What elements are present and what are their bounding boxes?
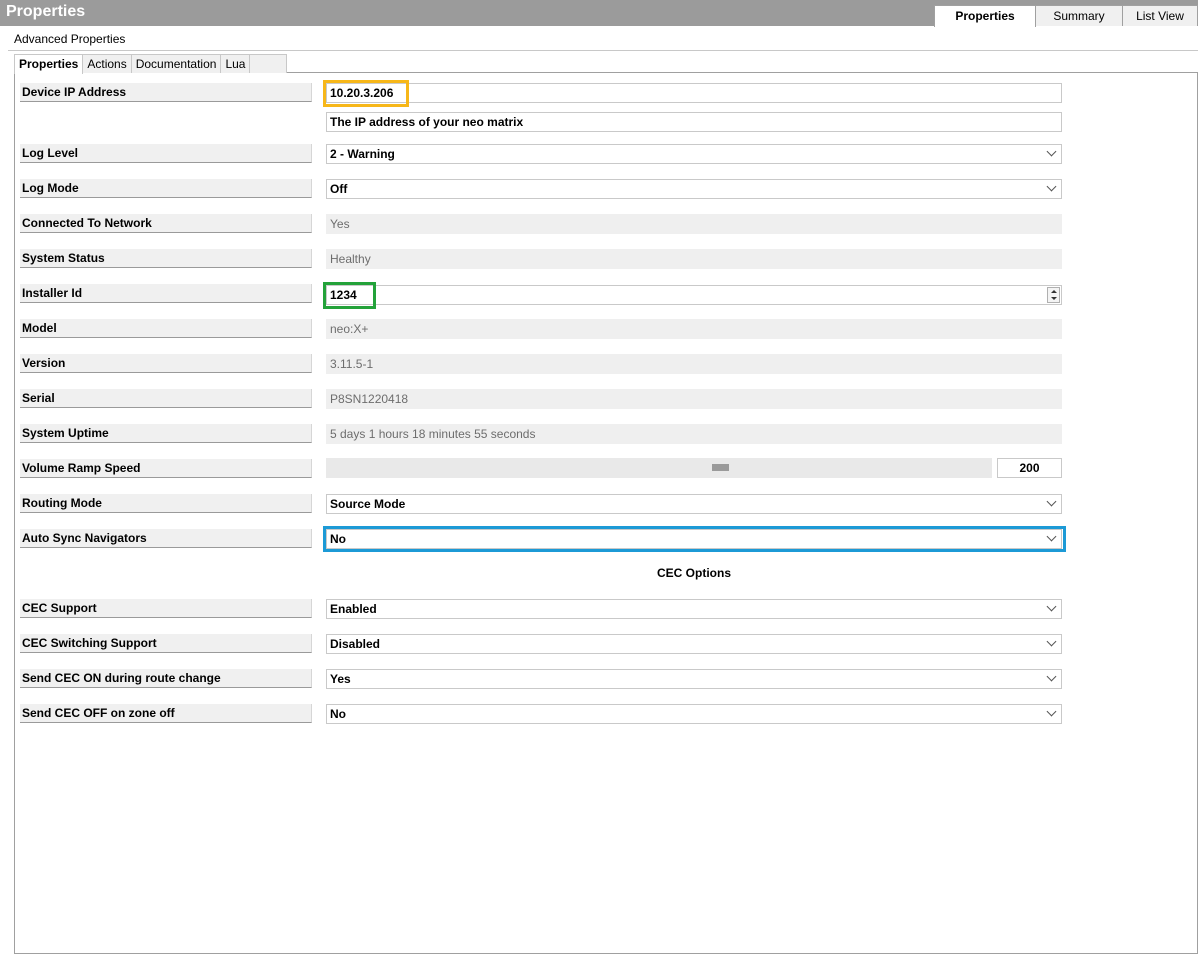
view-tabs: Properties Summary List View [934,5,1198,27]
model-value: neo:X+ [326,319,1062,339]
version-value: 3.11.5-1 [326,354,1062,374]
inner-tab-actions[interactable]: Actions [82,54,132,73]
uptime-value: 5 days 1 hours 18 minutes 55 seconds [326,424,1062,444]
device-ip-input[interactable]: 10.20.3.206 [326,83,1062,103]
tab-properties[interactable]: Properties [934,5,1036,27]
log-level-value: 2 - Warning [330,147,395,161]
serial-value: P8SN1220418 [326,389,1062,409]
log-mode-label: Log Mode [20,179,312,198]
routing-mode-value: Source Mode [330,497,406,511]
inner-tab-documentation[interactable]: Documentation [130,54,222,73]
version-label: Version [20,354,312,373]
device-ip-description[interactable]: The IP address of your neo matrix [326,112,1062,132]
subheader-label: Advanced Properties [14,32,126,46]
serial-label: Serial [20,389,312,408]
tab-summary[interactable]: Summary [1035,5,1123,26]
spin-down-icon[interactable] [1051,297,1057,300]
log-mode-value: Off [330,182,348,196]
advanced-properties-header: Advanced Properties [8,28,1198,51]
cec-support-select[interactable]: Enabled [326,599,1062,619]
volume-ramp-slider[interactable] [326,458,992,478]
inner-tab-properties[interactable]: Properties [14,54,84,74]
cec-options-heading: CEC Options [657,566,731,580]
inner-tab-lua[interactable]: Lua [220,54,251,73]
chevron-down-icon [1046,181,1057,192]
inner-tabs: Properties Actions Documentation Lua [14,54,288,74]
cec-support-label: CEC Support [20,599,312,618]
system-status-value: Healthy [326,249,1062,269]
cec-off-zone-value: No [330,707,346,721]
window-titlebar: Properties Properties Summary List View [0,0,1198,27]
cec-off-zone-select[interactable]: No [326,704,1062,724]
cec-on-route-select[interactable]: Yes [326,669,1062,689]
cec-support-value: Enabled [330,602,377,616]
cec-switching-select[interactable]: Disabled [326,634,1062,654]
routing-mode-select[interactable]: Source Mode [326,494,1062,514]
installer-id-highlight-box [323,282,376,309]
chevron-down-icon [1046,706,1057,717]
auto-sync-highlight-box [323,526,1066,552]
log-level-label: Log Level [20,144,312,163]
installer-id-stepper[interactable]: 1234 [326,285,1062,305]
window-title: Properties [6,3,86,20]
system-status-label: System Status [20,249,312,268]
uptime-label: System Uptime [20,424,312,443]
cec-off-zone-label: Send CEC OFF on zone off [20,704,312,723]
chevron-down-icon [1046,496,1057,507]
connected-label: Connected To Network [20,214,312,233]
cec-on-route-value: Yes [330,672,351,686]
spin-buttons-icon[interactable] [1047,287,1060,303]
log-mode-select[interactable]: Off [326,179,1062,199]
device-ip-label: Device IP Address [20,83,312,102]
model-label: Model [20,319,312,338]
chevron-down-icon [1046,636,1057,647]
cec-switching-label: CEC Switching Support [20,634,312,653]
routing-mode-label: Routing Mode [20,494,312,513]
chevron-down-icon [1046,671,1057,682]
installer-id-label: Installer Id [20,284,312,303]
volume-ramp-thumb[interactable] [712,464,729,471]
tab-list-view[interactable]: List View [1122,5,1198,26]
auto-sync-label: Auto Sync Navigators [20,529,312,548]
log-level-select[interactable]: 2 - Warning [326,144,1062,164]
chevron-down-icon [1046,601,1057,612]
connected-value: Yes [326,214,1062,234]
ip-highlight-box [323,80,409,107]
volume-ramp-value[interactable]: 200 [997,458,1062,478]
cec-switching-value: Disabled [330,637,381,651]
spin-up-icon[interactable] [1051,290,1057,293]
cec-on-route-label: Send CEC ON during route change [20,669,312,688]
volume-ramp-label: Volume Ramp Speed [20,459,312,478]
inner-tab-spacer [249,54,288,73]
chevron-down-icon [1046,146,1057,157]
